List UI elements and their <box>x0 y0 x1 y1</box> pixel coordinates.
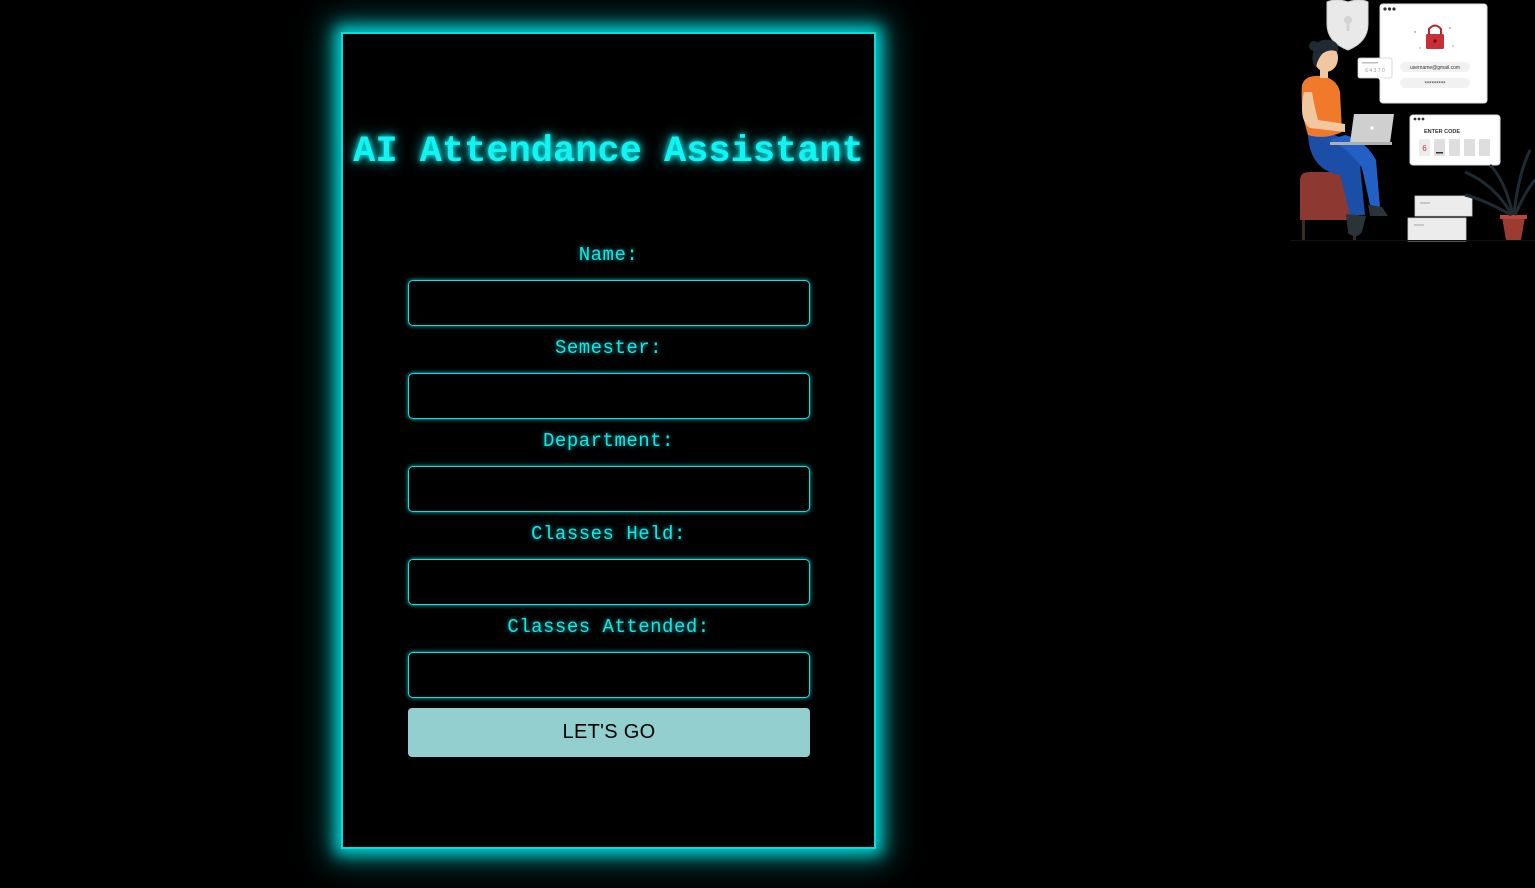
login-popup-window: username@gmail.com ********* <box>1379 3 1488 104</box>
classes-held-input[interactable] <box>408 559 810 605</box>
storage-boxes <box>1407 195 1473 242</box>
password-text: ********* <box>1424 82 1446 88</box>
security-illustration: username@gmail.com ********* 6 4 3 7 0 E… <box>1290 0 1535 242</box>
semester-label: Semester: <box>554 337 663 359</box>
classes-attended-label: Classes Attended: <box>507 616 710 638</box>
code-digit: 6 <box>1422 144 1427 153</box>
enter-code-text: ENTER CODE <box>1424 129 1460 135</box>
email-text: username@gmail.com <box>1410 65 1460 71</box>
name-label: Name: <box>578 244 639 266</box>
semester-input[interactable] <box>408 373 810 419</box>
enter-code-window: ENTER CODE 6 <box>1409 114 1501 166</box>
otp-text: 6 4 3 7 0 <box>1365 68 1385 74</box>
department-label: Department: <box>543 430 674 452</box>
login-panel: AI Attendance Assistant Name: Semester: … <box>341 32 876 849</box>
department-input[interactable] <box>408 466 810 512</box>
classes-attended-input[interactable] <box>408 652 810 698</box>
classes-held-label: Classes Held: <box>531 523 686 545</box>
page-title: AI Attendance Assistant <box>353 131 864 173</box>
name-input[interactable] <box>408 280 810 326</box>
lets-go-button[interactable]: LET'S GO <box>408 708 810 757</box>
